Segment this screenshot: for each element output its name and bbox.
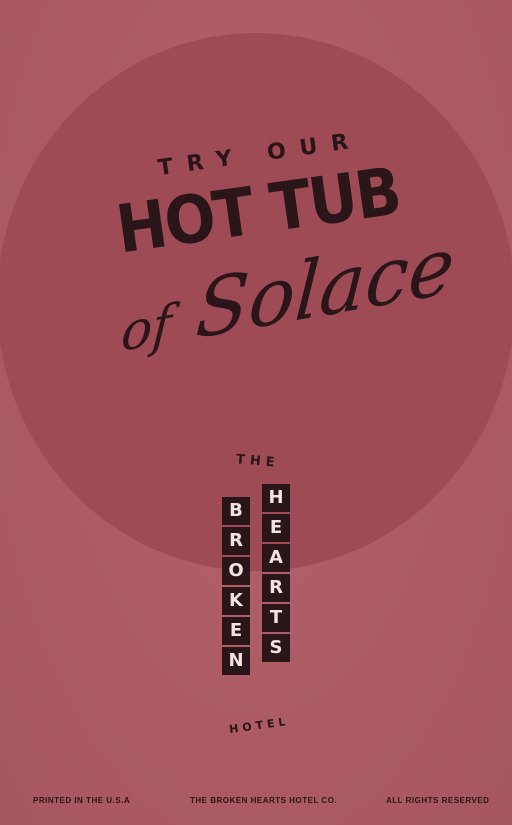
broken-letter-tile: B bbox=[222, 497, 250, 525]
hearts-letter-tile: A bbox=[262, 544, 290, 572]
hearts-letter-tile: T bbox=[262, 604, 290, 632]
footer-rights-text: ALL RIGHTS RESERVED bbox=[386, 796, 490, 805]
broken-letter-tile: K bbox=[222, 587, 250, 615]
broken-letter-tile: N bbox=[222, 647, 250, 675]
broken-letter-column: B R O K E N bbox=[222, 497, 250, 677]
logo-hotel-text: HOTEL bbox=[228, 714, 291, 737]
footer-printed-text: PRINTED IN THE U.S.A bbox=[33, 796, 131, 805]
poster: TRY OUR HOT TUB of Solace THE B R O K E … bbox=[0, 0, 512, 825]
footer-company-text: THE BROKEN HEARTS HOTEL CO. bbox=[190, 796, 338, 805]
hearts-letter-tile: S bbox=[262, 634, 290, 662]
hearts-letter-tile: E bbox=[262, 514, 290, 542]
of-text: of bbox=[119, 293, 174, 365]
broken-letter-tile: E bbox=[222, 617, 250, 645]
broken-letter-tile: R bbox=[222, 527, 250, 555]
broken-letter-tile: O bbox=[222, 557, 250, 585]
hearts-letter-column: H E A R T S bbox=[262, 484, 290, 664]
hearts-letter-tile: R bbox=[262, 574, 290, 602]
hearts-letter-tile: H bbox=[262, 484, 290, 512]
